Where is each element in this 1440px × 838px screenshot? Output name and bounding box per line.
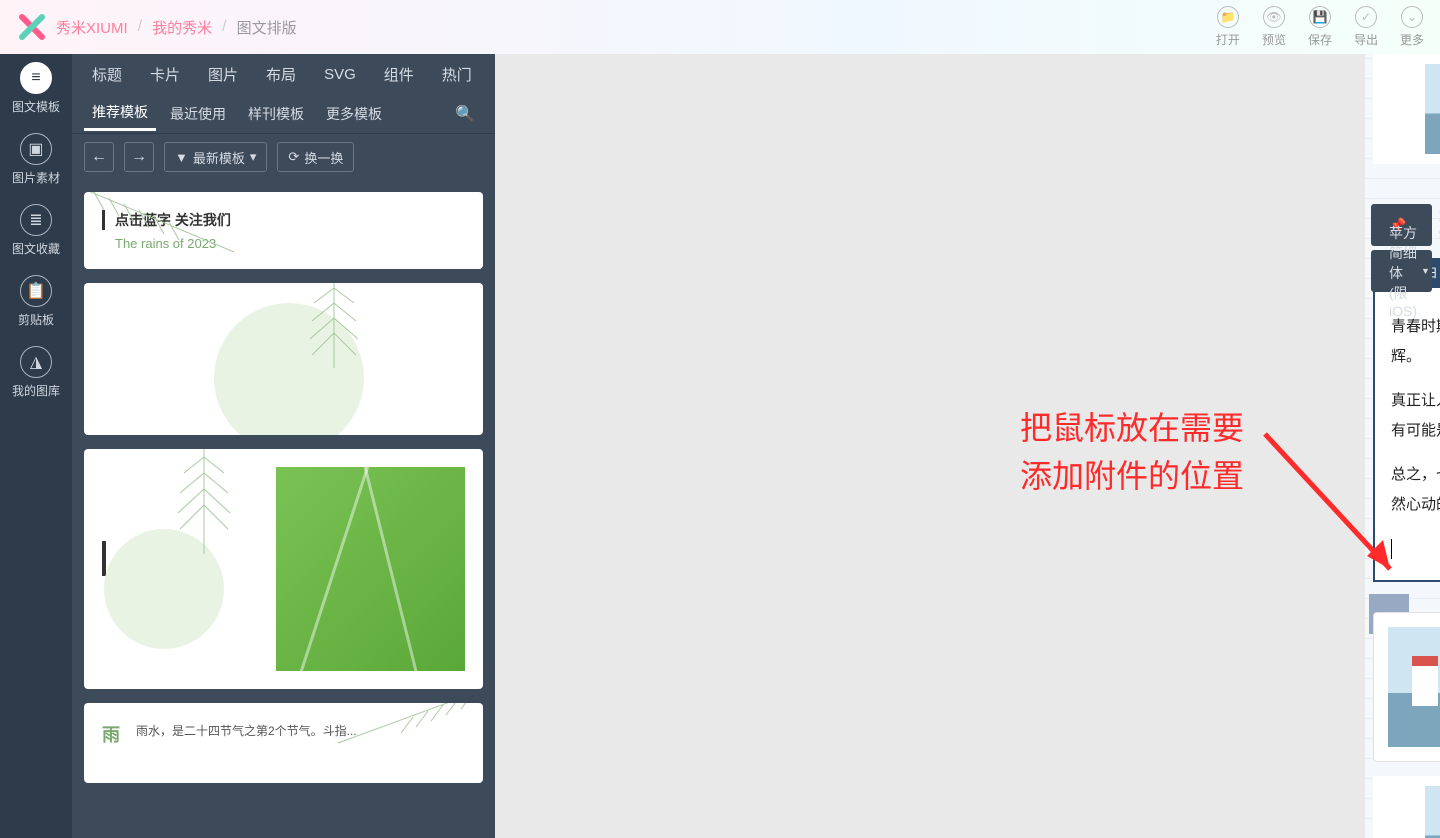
filter-icon: ▼ (175, 150, 188, 165)
subtab-more[interactable]: 更多模板 (318, 98, 390, 130)
category-tabs: 标题 卡片 图片 布局 SVG 组件 热门 (72, 54, 495, 94)
preview-button[interactable]: 👁预览 (1262, 6, 1286, 48)
template-body: 雨水，是二十四节气之第2个节气。斗指... (136, 721, 465, 747)
rail-clipboard[interactable]: 📋剪贴板 (18, 275, 54, 328)
folder-icon: 📁 (1217, 6, 1239, 28)
sub-tabs: 推荐模板 最近使用 样刊模板 更多模板 🔍 (72, 94, 495, 134)
subtab-recent[interactable]: 最近使用 (162, 98, 234, 130)
template-char: 雨 (102, 721, 120, 747)
tab-svg[interactable]: SVG (316, 62, 364, 87)
tab-layout[interactable]: 布局 (258, 60, 304, 89)
grass-image (276, 467, 465, 671)
template-card[interactable]: 雨水 The rains (84, 449, 483, 689)
floating-toolbars: 📌 复制▼ 🗑 收藏 变换组件▼ 后插空行▼ 👆 苹方简细体(限iOS) ▼ ▼… (1371, 204, 1432, 292)
format-toolbar: 苹方简细体(限iOS) ▼ ▼ ▼ ≡ ▼ B I U AB T∅ T✦ (1371, 250, 1432, 292)
card-image[interactable] (1388, 627, 1440, 747)
rail-collect[interactable]: ≣图文收藏 (12, 204, 60, 257)
tab-hot[interactable]: 热门 (434, 60, 480, 89)
image-icon: ▣ (20, 133, 52, 165)
chevron-down-icon: ⌄ (1401, 6, 1423, 28)
template-title: 点击蓝字 关注我们 (102, 210, 465, 230)
canvas-area[interactable]: 把鼠标放在需要添加附件的位置 📌 复制▼ 🗑 收藏 变换组件▼ 后插空行▼ 👆 … (495, 54, 1440, 838)
next-button[interactable]: → (124, 142, 154, 172)
annotation-arrow-icon (1255, 424, 1415, 594)
breadcrumb-editor: 图文排版 (237, 17, 297, 38)
breadcrumb-brand[interactable]: 秀米XIUMI (56, 17, 128, 38)
rail-template[interactable]: ≡图文模板 (12, 62, 60, 115)
tab-image[interactable]: 图片 (200, 60, 246, 89)
template-panel: 主题色 标题 卡片 图片 布局 SVG 组件 热门 推荐模板 最近使用 样刊模板… (72, 54, 495, 838)
hero-image[interactable] (1425, 64, 1440, 154)
template-card[interactable]: 点击蓝字 关注我们 The rains of 2023 (84, 192, 483, 269)
lower-block[interactable]: MEIGUISHAO NIAN 想穿越 想飞天 想变成造字的仓颉 (1373, 612, 1440, 762)
refresh-icon: ⟳ (288, 149, 299, 165)
tab-title[interactable]: 标题 (84, 60, 130, 89)
save-icon: 💾 (1309, 6, 1331, 28)
prev-button[interactable]: ← (84, 142, 114, 172)
search-icon[interactable]: 🔍 (447, 98, 483, 130)
template-subtitle: The rains of 2023 (102, 236, 465, 251)
template-card[interactable]: 雨 雨水，是二十四节气之第2个节气。斗指... (84, 703, 483, 783)
subtab-sample[interactable]: 样刊模板 (240, 98, 312, 130)
tab-card[interactable]: 卡片 (142, 60, 188, 89)
left-rail: ≡图文模板 ▣图片素材 ≣图文收藏 📋剪贴板 ◮我的图库 (0, 54, 72, 838)
open-button[interactable]: 📁打开 (1216, 6, 1240, 48)
logo-icon (16, 11, 48, 43)
lines-icon: ≡ (20, 62, 52, 94)
rail-material[interactable]: ▣图片素材 (12, 133, 60, 186)
eye-icon: 👁 (1263, 6, 1285, 28)
shuffle-button[interactable]: ⟳换一换 (277, 142, 354, 172)
clipboard-icon: 📋 (20, 275, 52, 307)
subtab-recommend[interactable]: 推荐模板 (84, 96, 156, 131)
bookmark-icon: ≣ (20, 204, 52, 236)
newest-button[interactable]: ▼最新模板▾ (164, 142, 267, 172)
annotation-text: 把鼠标放在需要添加附件的位置 (1020, 404, 1244, 500)
template-card[interactable]: 雨水 The rains (84, 283, 483, 435)
mountain-icon: ◮ (20, 346, 52, 378)
tab-component[interactable]: 组件 (376, 60, 422, 89)
font-select[interactable]: 苹方简细体(限iOS) ▼ (1381, 219, 1438, 323)
footer-image[interactable] (1425, 786, 1440, 838)
save-button[interactable]: 💾保存 (1308, 6, 1332, 48)
more-button[interactable]: ⌄更多 (1400, 6, 1424, 48)
rail-gallery[interactable]: ◮我的图库 (12, 346, 60, 399)
check-icon: ✓ (1355, 6, 1377, 28)
top-bar: 秀米XIUMI / 我的秀米 / 图文排版 📁打开 👁预览 💾保存 ✓导出 ⌄更… (0, 0, 1440, 54)
template-list[interactable]: 点击蓝字 关注我们 The rains of 2023 雨水 The rains… (72, 180, 495, 838)
panel-toolbar: ← → ▼最新模板▾ ⟳换一换 (72, 134, 495, 180)
breadcrumb-mine[interactable]: 我的秀米 (152, 17, 212, 38)
export-button[interactable]: ✓导出 (1354, 6, 1378, 48)
